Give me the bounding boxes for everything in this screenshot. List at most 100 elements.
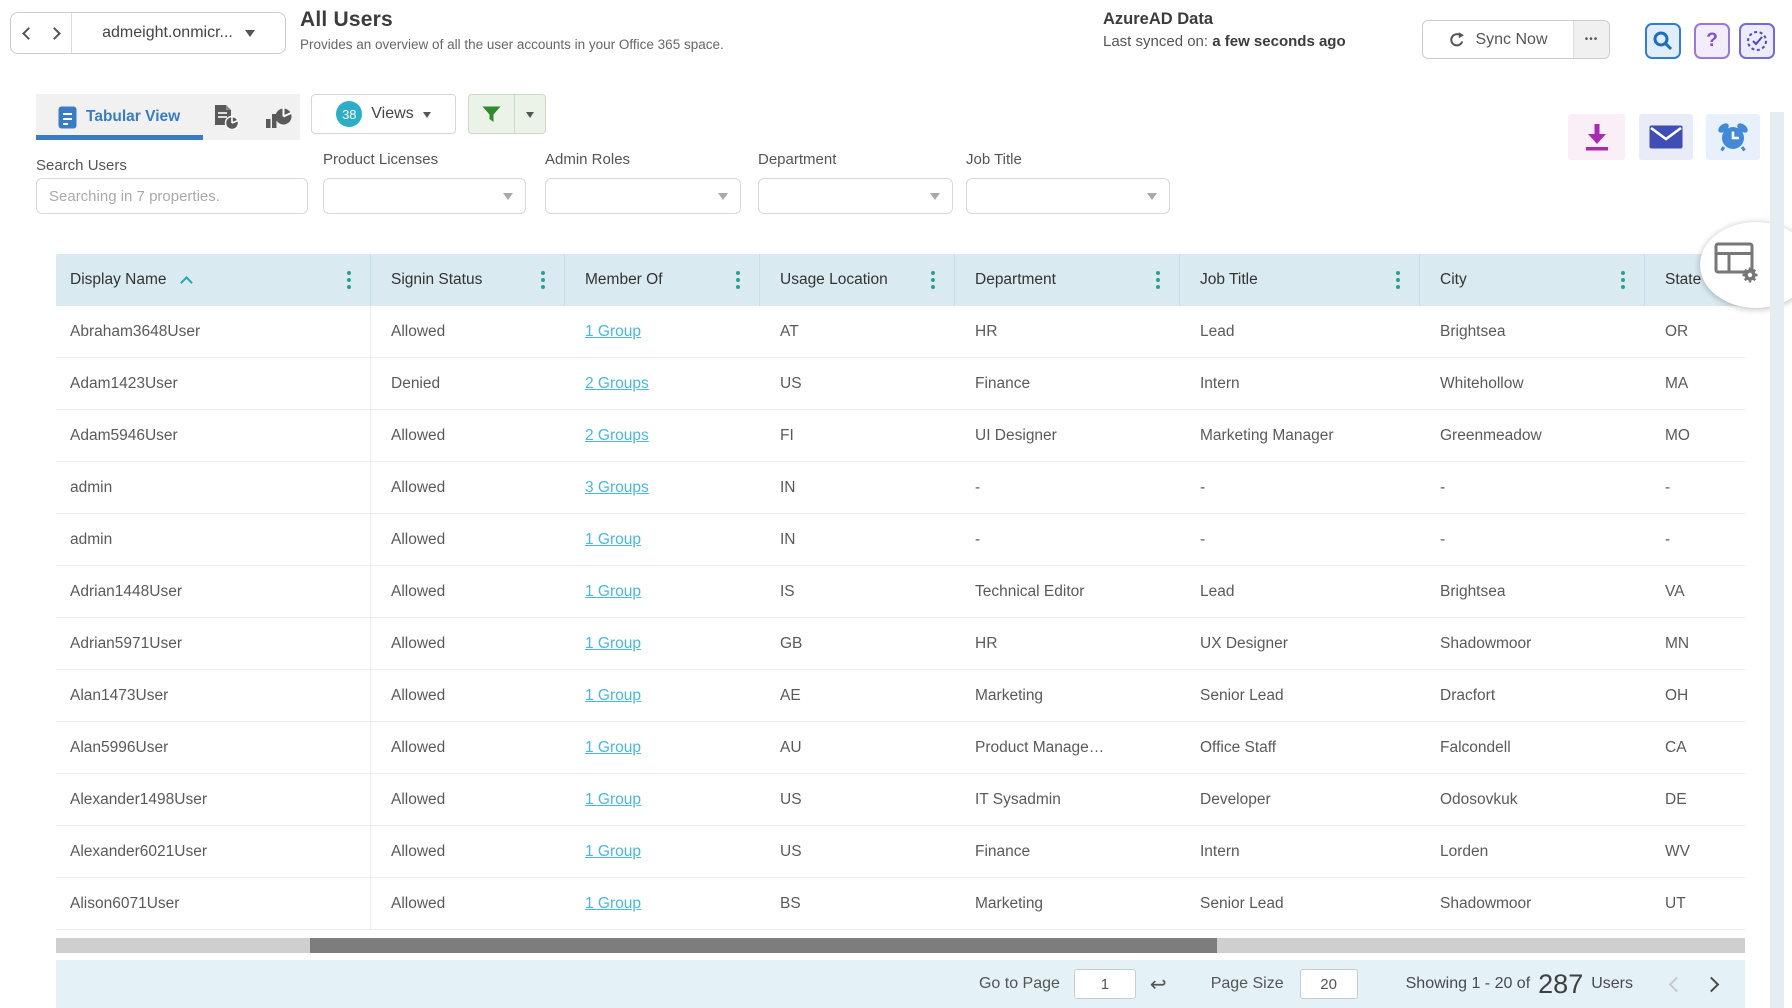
column-label: Job Title <box>1200 271 1258 289</box>
horizontal-scrollbar-thumb[interactable] <box>310 938 1217 953</box>
search-users-label: Search Users <box>36 157 127 174</box>
search-button[interactable] <box>1645 23 1681 59</box>
sync-now-button[interactable]: Sync Now <box>1423 21 1574 58</box>
download-icon <box>1583 122 1611 152</box>
column-header-city[interactable]: City <box>1420 254 1645 306</box>
column-menu-icon[interactable] <box>539 267 547 293</box>
help-button[interactable]: ? <box>1694 23 1730 59</box>
previous-page-button[interactable] <box>1669 976 1685 992</box>
cell-department: - <box>955 514 1180 565</box>
column-label: Department <box>975 271 1056 289</box>
cell-signin-status: Allowed <box>371 670 565 721</box>
column-menu-icon[interactable] <box>345 267 353 293</box>
cell-usage-location: BS <box>760 878 955 929</box>
tenant-selector[interactable]: admeight.onmicr... <box>72 24 285 42</box>
admin-roles-label: Admin Roles <box>545 151 630 168</box>
sync-options-button[interactable]: ••• <box>1574 21 1609 58</box>
cell-signin-status: Allowed <box>371 878 565 929</box>
cell-usage-location: IN <box>760 462 955 513</box>
member-of-link[interactable]: 1 Group <box>585 791 641 809</box>
page-size-input[interactable] <box>1300 969 1358 999</box>
cell-department: UI Designer <box>955 410 1180 461</box>
column-menu-icon[interactable] <box>1154 267 1162 293</box>
tab-report-view[interactable] <box>214 104 239 130</box>
cell-state: WV <box>1645 826 1745 877</box>
column-header-display-name[interactable]: Display Name <box>56 254 371 306</box>
cell-usage-location: FI <box>760 410 955 461</box>
column-menu-icon[interactable] <box>1619 267 1627 293</box>
vertical-scrollbar[interactable] <box>1770 112 1784 1008</box>
cell-member-of: 1 Group <box>565 306 760 357</box>
member-of-link[interactable]: 1 Group <box>585 583 641 601</box>
cell-display-name: admin <box>56 462 371 513</box>
cell-city: Odosovkuk <box>1420 774 1645 825</box>
export-button[interactable] <box>1568 114 1625 160</box>
next-page-button[interactable] <box>1704 976 1720 992</box>
admin-roles-dropdown[interactable] <box>545 178 741 214</box>
cell-signin-status: Allowed <box>371 306 565 357</box>
column-label: Signin Status <box>391 271 482 289</box>
column-header-usage-location[interactable]: Usage Location <box>760 254 955 306</box>
column-menu-icon[interactable] <box>734 267 742 293</box>
email-button[interactable] <box>1639 114 1693 160</box>
horizontal-scrollbar[interactable] <box>56 938 1745 953</box>
cell-signin-status: Allowed <box>371 826 565 877</box>
cell-department: HR <box>955 618 1180 669</box>
refresh-icon <box>1448 31 1466 49</box>
member-of-link[interactable]: 3 Groups <box>585 479 649 497</box>
back-button[interactable] <box>11 13 41 53</box>
cell-display-name: Adrian5971User <box>56 618 371 669</box>
mail-icon <box>1649 125 1683 149</box>
cell-display-name: Alexander6021User <box>56 826 371 877</box>
column-label: Display Name <box>70 271 166 289</box>
member-of-link[interactable]: 2 Groups <box>585 375 649 393</box>
member-of-link[interactable]: 1 Group <box>585 739 641 757</box>
column-header-member-of[interactable]: Member Of <box>565 254 760 306</box>
member-of-link[interactable]: 1 Group <box>585 895 641 913</box>
cell-job-title: Senior Lead <box>1180 670 1420 721</box>
department-dropdown[interactable] <box>758 178 953 214</box>
member-of-link[interactable]: 2 Groups <box>585 427 649 445</box>
member-of-link[interactable]: 1 Group <box>585 531 641 549</box>
filter-button[interactable] <box>469 95 515 133</box>
table-row: Alison6071UserAllowed1 GroupBSMarketingS… <box>56 878 1745 930</box>
total-users-count: 287 <box>1538 969 1583 1000</box>
cell-department: Finance <box>955 826 1180 877</box>
column-header-job-title[interactable]: Job Title <box>1180 254 1420 306</box>
member-of-link[interactable]: 1 Group <box>585 687 641 705</box>
table-header-row: Display Name Signin Status Member OfUsage … <box>56 254 1745 306</box>
product-licenses-dropdown[interactable] <box>323 178 526 214</box>
cell-signin-status: Allowed <box>371 514 565 565</box>
page-subtitle: Provides an overview of all the user acc… <box>300 37 724 52</box>
tab-chart-view[interactable] <box>265 105 292 129</box>
cell-display-name: Adrian1448User <box>56 566 371 617</box>
forward-button[interactable] <box>41 13 71 53</box>
go-to-page-submit-icon[interactable]: ↩ <box>1150 972 1167 997</box>
filter-options-button[interactable] <box>515 95 545 133</box>
scheduler-button[interactable] <box>1739 23 1775 59</box>
column-settings-icon <box>1714 242 1760 284</box>
datasource-info: AzureAD Data Last synced on: a few secon… <box>1103 10 1346 50</box>
page-size-label: Page Size <box>1211 975 1284 993</box>
search-input[interactable] <box>36 178 308 214</box>
chevron-down-icon <box>930 193 940 205</box>
member-of-link[interactable]: 1 Group <box>585 635 641 653</box>
alarm-clock-icon <box>1717 122 1749 152</box>
member-of-link[interactable]: 1 Group <box>585 323 641 341</box>
column-header-signin-status[interactable]: Signin Status <box>371 254 565 306</box>
views-dropdown-button[interactable]: 38 Views <box>311 94 456 134</box>
job-title-dropdown[interactable] <box>966 178 1170 214</box>
cell-job-title: Lead <box>1180 306 1420 357</box>
column-header-department[interactable]: Department <box>955 254 1180 306</box>
goto-page-input[interactable] <box>1074 969 1136 999</box>
cell-usage-location: AU <box>760 722 955 773</box>
chevron-down-icon <box>1147 193 1157 205</box>
column-menu-icon[interactable] <box>929 267 937 293</box>
schedule-alert-button[interactable] <box>1706 114 1760 160</box>
cell-member-of: 1 Group <box>565 826 760 877</box>
tab-tabular-view[interactable]: Tabular View <box>86 108 180 126</box>
column-menu-icon[interactable] <box>1394 267 1402 293</box>
member-of-link[interactable]: 1 Group <box>585 843 641 861</box>
chart-view-icon <box>265 105 292 129</box>
cell-display-name: admin <box>56 514 371 565</box>
